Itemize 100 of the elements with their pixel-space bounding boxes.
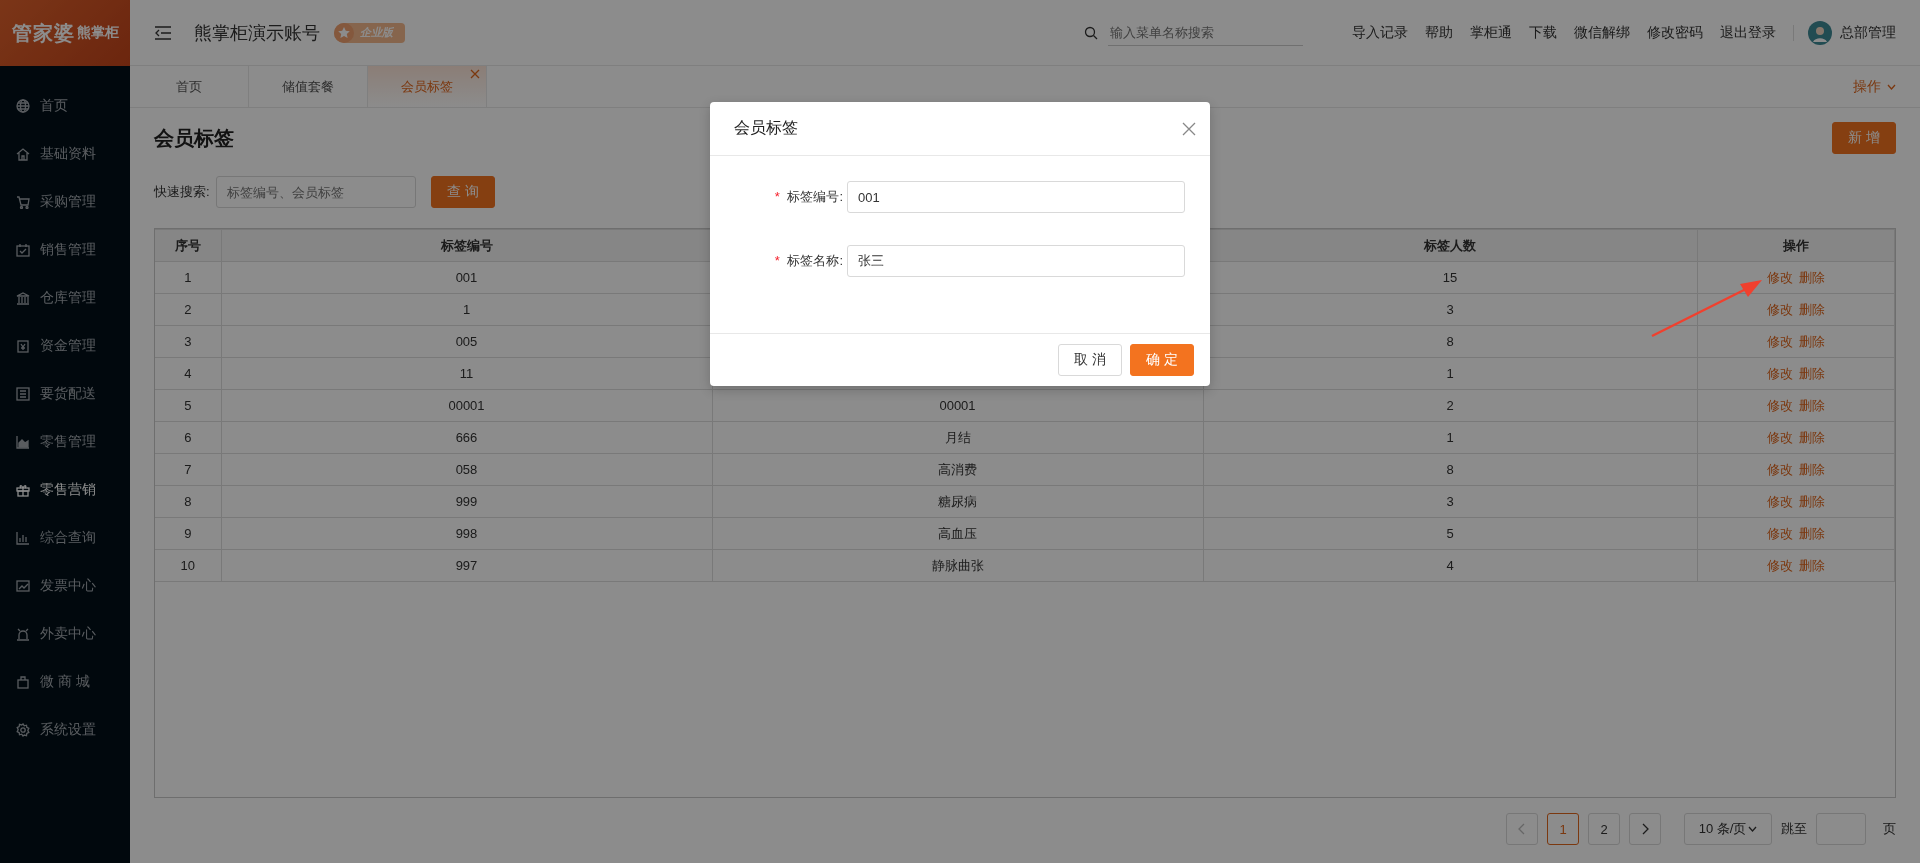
- query-button[interactable]: 查 询: [430, 176, 495, 208]
- table-cell: 00001: [221, 389, 712, 422]
- sidebar-item[interactable]: 要货配送: [0, 370, 130, 418]
- sidebar-item[interactable]: 发票中心: [0, 562, 130, 610]
- action-link[interactable]: 修改: [1766, 333, 1793, 349]
- header-link[interactable]: 掌柜通: [1470, 23, 1512, 42]
- action-link[interactable]: 修改: [1766, 365, 1793, 381]
- sidebar-item[interactable]: 基础资料: [0, 130, 130, 178]
- chevron-left-icon: [1518, 823, 1526, 835]
- header-link[interactable]: 微信解绑: [1574, 23, 1630, 42]
- sidebar-item[interactable]: 系统设置: [0, 706, 130, 754]
- bag-icon: [16, 675, 30, 689]
- table-cell: 00001: [712, 389, 1203, 422]
- table-cell: 糖尿病: [712, 485, 1203, 518]
- globe-icon: [16, 99, 30, 113]
- table-cell: 4: [1203, 549, 1697, 582]
- table-cell: 3: [1203, 485, 1697, 518]
- sidebar-item[interactable]: 仓库管理: [0, 274, 130, 322]
- dialog-title: 会员标签: [734, 118, 798, 138]
- page-button[interactable]: 1: [1547, 813, 1579, 845]
- search-label: 快速搜索:: [154, 183, 210, 201]
- page-button[interactable]: 2: [1588, 813, 1620, 845]
- account-title: 熊掌柜演示账号: [194, 21, 320, 45]
- table-cell: 6: [155, 421, 221, 454]
- action-link[interactable]: 修改: [1766, 429, 1793, 445]
- sidebar-item[interactable]: 零售管理: [0, 418, 130, 466]
- input-field[interactable]: 张三: [847, 245, 1185, 277]
- sidebar-item[interactable]: 外卖中心: [0, 610, 130, 658]
- table-cell: 1: [1203, 421, 1697, 454]
- calendar-icon: [16, 243, 30, 257]
- header-link[interactable]: 帮助: [1425, 23, 1453, 42]
- menu-search-field[interactable]: 输入菜单名称搜索: [1108, 19, 1303, 46]
- action-link[interactable]: 修改: [1766, 461, 1793, 477]
- table-cell: 2: [1203, 389, 1697, 422]
- page-size-select[interactable]: 10 条/页: [1684, 813, 1772, 845]
- table-cell: 3: [155, 325, 221, 358]
- menu-icon[interactable]: [154, 24, 172, 41]
- column-header: 序号: [155, 229, 221, 262]
- sidebar-item[interactable]: 零售营销: [0, 466, 130, 514]
- input-field[interactable]: 001: [847, 181, 1185, 213]
- sidebar-item[interactable]: 微 商 城: [0, 658, 130, 706]
- table-cell: 998: [221, 517, 712, 550]
- action-link[interactable]: 删除: [1798, 429, 1825, 445]
- table-cell: 7: [155, 453, 221, 486]
- confirm-button[interactable]: 确 定: [1130, 344, 1194, 376]
- header-link[interactable]: 修改密码: [1647, 23, 1703, 42]
- previous-page-button[interactable]: [1506, 813, 1538, 845]
- sidebar-item[interactable]: 资金管理: [0, 322, 130, 370]
- search-icon: [1084, 25, 1098, 40]
- action-link[interactable]: 修改: [1766, 493, 1793, 509]
- field-label: * 标签编号:: [773, 188, 844, 206]
- page-tab[interactable]: 会员标签: [368, 66, 487, 107]
- edition-badge: 企业版: [334, 22, 405, 43]
- sidebar-item[interactable]: 综合查询: [0, 514, 130, 562]
- sidebar-item[interactable]: 首页: [0, 82, 130, 130]
- action-link[interactable]: 修改: [1766, 301, 1793, 317]
- table-cell: 1: [155, 261, 221, 294]
- close-icon[interactable]: [470, 69, 480, 79]
- action-link[interactable]: 删除: [1798, 397, 1825, 413]
- cancel-button[interactable]: 取 消: [1058, 344, 1122, 376]
- chevron-down-icon: [1887, 83, 1896, 90]
- column-header: 标签编号: [221, 229, 712, 262]
- table-cell: 4: [155, 357, 221, 390]
- field-label: * 标签名称:: [773, 252, 844, 270]
- action-link[interactable]: 删除: [1798, 269, 1825, 285]
- table-cell: 高消费: [712, 453, 1203, 486]
- table-cell: 999: [221, 485, 712, 518]
- page-tab[interactable]: 首页: [130, 66, 249, 107]
- add-button[interactable]: 新 增: [1832, 122, 1896, 154]
- search-field[interactable]: 标签编号、会员标签: [215, 176, 416, 208]
- sidebar-item[interactable]: 销售管理: [0, 226, 130, 274]
- chevron-down-icon: [1748, 826, 1758, 832]
- action-link[interactable]: 修改: [1766, 397, 1793, 413]
- sidebar-item[interactable]: 采购管理: [0, 178, 130, 226]
- actions-dropdown[interactable]: 操作: [1847, 66, 1920, 107]
- action-link[interactable]: 删除: [1798, 461, 1825, 477]
- close-icon[interactable]: [1182, 121, 1196, 136]
- header-link[interactable]: 下载: [1529, 23, 1557, 42]
- action-link[interactable]: 删除: [1798, 493, 1825, 509]
- action-link[interactable]: 删除: [1798, 557, 1825, 573]
- logo-text: 熊掌柜: [76, 24, 119, 42]
- user-name[interactable]: 总部管理: [1840, 23, 1896, 42]
- action-link[interactable]: 修改: [1766, 525, 1793, 541]
- header-link[interactable]: 退出登录: [1720, 23, 1776, 42]
- action-link[interactable]: 删除: [1798, 301, 1825, 317]
- header-link[interactable]: 导入记录: [1352, 23, 1408, 42]
- bar-chart-icon: [16, 531, 30, 545]
- table-cell: 高血压: [712, 517, 1203, 550]
- action-link[interactable]: 删除: [1798, 333, 1825, 349]
- next-page-button[interactable]: [1629, 813, 1661, 845]
- action-link[interactable]: 删除: [1798, 525, 1825, 541]
- table-cell: 8: [1203, 453, 1697, 486]
- action-link[interactable]: 修改: [1766, 557, 1793, 573]
- page-label: 页: [1883, 820, 1896, 838]
- table-cell: 997: [221, 549, 712, 582]
- bank-icon: [16, 291, 30, 305]
- action-link[interactable]: 修改: [1766, 269, 1793, 285]
- cart-icon: [16, 195, 30, 209]
- action-link[interactable]: 删除: [1798, 365, 1825, 381]
- page-title: 会员标签: [154, 125, 234, 151]
